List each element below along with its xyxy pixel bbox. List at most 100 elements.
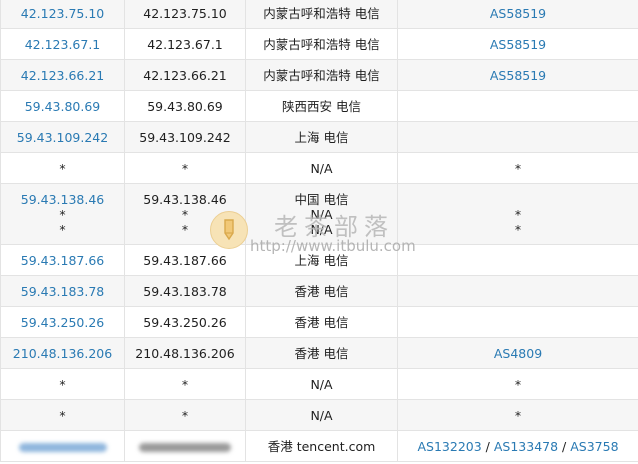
ip-link[interactable]: 42.123.66.21	[21, 68, 105, 83]
ip-cell: 59.43.183.78	[0, 275, 125, 307]
ip-text: *	[59, 376, 66, 392]
location-cell: 内蒙古呼和浩特 电信	[245, 59, 398, 91]
location-text: N/A	[310, 221, 333, 237]
ip-link[interactable]: 59.43.80.69	[25, 99, 101, 114]
hostname-text: *	[181, 206, 189, 222]
location-cell: 香港 电信	[245, 306, 398, 338]
location-cell: 内蒙古呼和浩特 电信	[245, 0, 398, 29]
asn-separator: /	[481, 438, 494, 454]
table-row: 59.43.187.66 59.43.187.66 上海 电信	[0, 244, 638, 276]
ip-cell: 59.43.138.46 * *	[0, 183, 125, 245]
location-cell: N/A	[245, 152, 398, 184]
table-row: 42.123.75.10 42.123.75.10 内蒙古呼和浩特 电信 AS5851…	[0, 0, 638, 29]
hostname-cell: 59.43.109.242	[124, 121, 246, 153]
ip-cell	[0, 430, 125, 462]
hostname-text: *	[181, 407, 189, 423]
asn-link[interactable]: AS58519	[490, 37, 546, 52]
table-row: 42.123.67.1 42.123.67.1 内蒙古呼和浩特 电信 AS58519	[0, 28, 638, 60]
location-cell: 内蒙古呼和浩特 电信	[245, 28, 398, 60]
table-row: 59.43.109.242 59.43.109.242 上海 电信	[0, 121, 638, 153]
ip-link[interactable]: 59.43.109.242	[17, 130, 108, 145]
ip-cell: 42.123.66.21	[0, 59, 125, 91]
table-row: 59.43.183.78 59.43.183.78 香港 电信	[0, 275, 638, 307]
location-text: 上海 电信	[294, 129, 349, 145]
hostname-text: 59.43.138.46	[143, 191, 227, 207]
asn-cell: AS132203 / AS133478 / AS3758	[397, 430, 638, 462]
ip-cell: 59.43.187.66	[0, 244, 125, 276]
table-row: 42.123.66.21 42.123.66.21 内蒙古呼和浩特 电信 AS5851…	[0, 59, 638, 91]
hostname-cell: 59.43.250.26	[124, 306, 246, 338]
asn-link[interactable]: AS3758	[570, 439, 618, 454]
asn-link[interactable]: AS133478	[494, 439, 558, 454]
ip-link[interactable]: 59.43.187.66	[21, 253, 105, 268]
hostname-text: *	[181, 376, 189, 392]
table-row: * * N/A *	[0, 399, 638, 431]
location-cell: 陕西西安 电信	[245, 90, 398, 122]
asn-link[interactable]: AS58519	[490, 6, 546, 21]
hostname-text: 59.43.187.66	[143, 252, 227, 268]
hostname-text: 42.123.66.21	[143, 67, 227, 83]
ip-cell: *	[0, 152, 125, 184]
location-text: 中国 电信	[294, 191, 349, 207]
ip-link[interactable]: 42.123.75.10	[21, 6, 105, 21]
traceroute-table: 42.123.75.10 42.123.75.10 内蒙古呼和浩特 电信 AS5851…	[0, 0, 638, 462]
location-text: N/A	[310, 376, 333, 392]
table-row: 59.43.250.26 59.43.250.26 香港 电信	[0, 306, 638, 338]
ip-cell: *	[0, 368, 125, 400]
ip-text: *	[59, 160, 66, 176]
asn-cell	[397, 90, 638, 122]
ip-cell: 59.43.250.26	[0, 306, 125, 338]
location-text: 上海 电信	[294, 252, 349, 268]
location-text: 内蒙古呼和浩特 电信	[263, 5, 380, 21]
location-text: 香港 电信	[294, 345, 349, 361]
asn-cell: AS58519	[397, 28, 638, 60]
asn-cell	[397, 121, 638, 153]
hostname-text: 59.43.80.69	[147, 98, 223, 114]
ip-link[interactable]: 59.43.138.46	[5, 192, 120, 207]
location-cell: 中国 电信 N/A N/A	[245, 183, 398, 245]
ip-link[interactable]: 59.43.183.78	[21, 284, 105, 299]
hostname-text: 42.123.75.10	[143, 5, 227, 21]
asn-cell: *	[397, 152, 638, 184]
ip-cell: 42.123.75.10	[0, 0, 125, 29]
asn-text: *	[514, 221, 522, 237]
hostname-cell: 59.43.183.78	[124, 275, 246, 307]
location-cell: 上海 电信	[245, 121, 398, 153]
redacted-hostname	[139, 442, 231, 452]
asn-text	[402, 192, 634, 207]
ip-link[interactable]: 59.43.250.26	[21, 315, 105, 330]
location-text: 香港 tencent.com	[267, 438, 376, 454]
hostname-cell: 42.123.66.21	[124, 59, 246, 91]
table-row: * * N/A *	[0, 152, 638, 184]
location-cell: 上海 电信	[245, 244, 398, 276]
asn-link[interactable]: AS4809	[494, 346, 542, 361]
hostname-cell: 59.43.80.69	[124, 90, 246, 122]
hostname-cell: 42.123.67.1	[124, 28, 246, 60]
hostname-text: 59.43.183.78	[143, 283, 227, 299]
location-cell: N/A	[245, 368, 398, 400]
asn-link[interactable]: AS58519	[490, 68, 546, 83]
location-text: 香港 电信	[294, 283, 349, 299]
table-row: 香港 tencent.com AS132203 / AS133478 / AS37…	[0, 430, 638, 462]
ip-text: *	[59, 407, 66, 423]
asn-link[interactable]: AS132203	[417, 439, 481, 454]
ip-cell: *	[0, 399, 125, 431]
hostname-cell: 59.43.187.66	[124, 244, 246, 276]
asn-cell	[397, 244, 638, 276]
ip-link[interactable]: 210.48.136.206	[13, 346, 112, 361]
location-cell: 香港 tencent.com	[245, 430, 398, 462]
asn-cell	[397, 306, 638, 338]
location-text: 陕西西安 电信	[282, 98, 361, 114]
asn-separator: /	[558, 438, 571, 454]
asn-text: *	[514, 206, 522, 222]
location-cell: 香港 电信	[245, 337, 398, 369]
hostname-text: 210.48.136.206	[135, 345, 235, 361]
ip-cell: 42.123.67.1	[0, 28, 125, 60]
hostname-cell: *	[124, 152, 246, 184]
hostname-text: 59.43.109.242	[139, 129, 231, 145]
ip-link[interactable]: 42.123.67.1	[25, 37, 101, 52]
hostname-text: 42.123.67.1	[147, 36, 223, 52]
location-text: 内蒙古呼和浩特 电信	[263, 67, 380, 83]
hostname-cell: 59.43.138.46 * *	[124, 183, 246, 245]
hostname-cell	[124, 430, 246, 462]
